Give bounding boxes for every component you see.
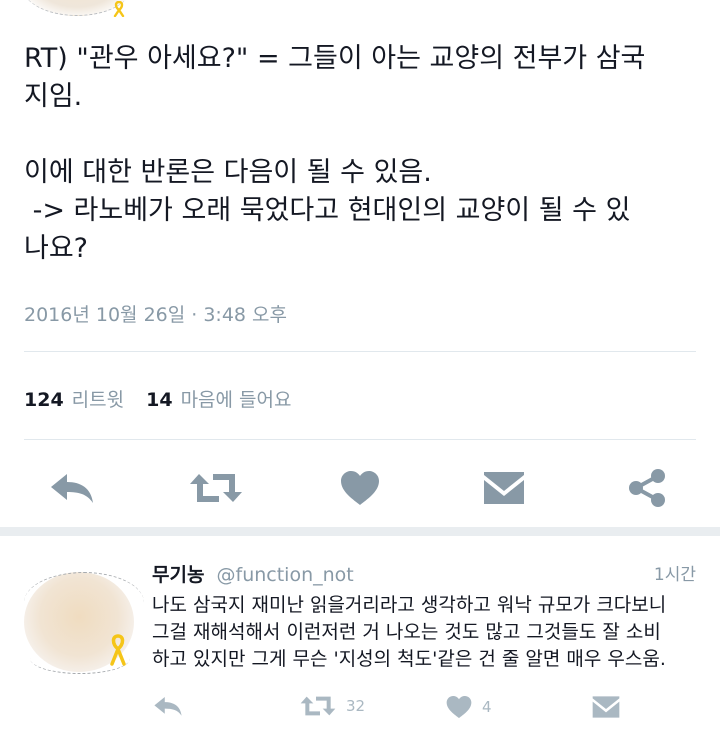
retweet-icon — [300, 696, 336, 716]
like-button[interactable] — [335, 466, 385, 510]
like-stat[interactable]: 14 마음에 들어요 — [146, 385, 291, 412]
heart-icon — [341, 471, 379, 505]
tweet-actions — [0, 458, 720, 518]
section-separator — [0, 527, 720, 536]
retweet-count: 124 — [24, 389, 64, 411]
retweet-button[interactable] — [188, 466, 244, 510]
reply-icon — [51, 474, 93, 503]
share-button[interactable] — [622, 466, 672, 510]
message-button[interactable] — [479, 466, 529, 510]
yellow-ribbon-icon — [110, 634, 126, 666]
message-icon — [484, 472, 524, 504]
reply-reply-button[interactable] — [153, 695, 183, 717]
reply-like-count: 4 — [482, 698, 492, 716]
avatar-outline — [24, 572, 144, 633]
message-icon — [592, 696, 620, 718]
reply-button[interactable] — [47, 466, 97, 510]
tweet-timestamp: 2016년 10월 26일 · 3:48 오후 — [24, 304, 288, 326]
avatar[interactable] — [24, 572, 144, 674]
like-count: 14 — [146, 389, 173, 411]
reply-author-handle[interactable]: @function_not — [217, 564, 354, 586]
reply-icon — [154, 696, 182, 716]
share-icon — [629, 469, 665, 507]
like-label: 마음에 들어요 — [180, 389, 292, 411]
tweet-stats: 124 리트윗 14 마음에 들어요 — [24, 385, 292, 412]
retweet-stat[interactable]: 124 리트윗 — [24, 385, 124, 412]
reply-time: 1시간 — [653, 565, 696, 585]
divider — [24, 351, 696, 352]
reply-retweet-button[interactable]: 32 — [300, 695, 365, 717]
yellow-ribbon-icon — [113, 1, 125, 17]
reply-tweet[interactable]: 무기농 @function_not 1시간 나도 삼국지 재미난 읽을거리라고 … — [0, 536, 720, 736]
reply-actions: 32 4 — [0, 691, 720, 727]
reply-author-name[interactable]: 무기농 — [152, 564, 204, 586]
reply-like-button[interactable]: 4 — [446, 695, 492, 719]
retweet-label: 리트윗 — [71, 389, 125, 411]
reply-text: 나도 삼국지 재미난 읽을거리라고 생각하고 워낙 규모가 크다보니 그걸 재해… — [152, 594, 667, 670]
reply-retweet-count: 32 — [346, 697, 366, 715]
reply-header: 무기농 @function_not — [152, 560, 354, 587]
tweet-text: RT) "관우 아세요?" = 그들이 아는 교양의 전부가 삼국 지임. 이에… — [24, 43, 646, 264]
heart-icon — [446, 695, 472, 719]
retweet-icon — [190, 474, 242, 502]
reply-message-button[interactable] — [592, 695, 620, 719]
previous-avatar[interactable] — [22, 0, 132, 17]
divider — [24, 439, 696, 440]
